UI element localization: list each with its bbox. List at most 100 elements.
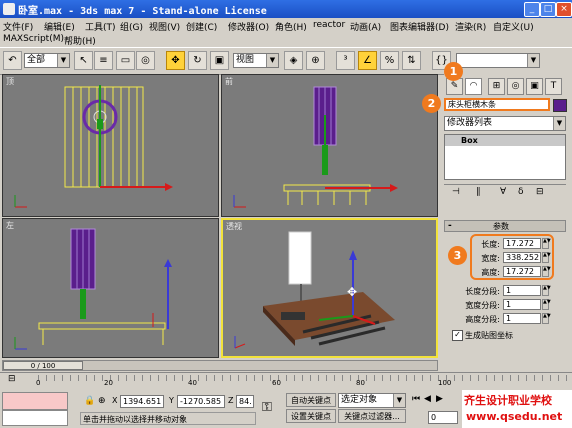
top-view-scene xyxy=(14,85,173,208)
menu-rendering[interactable]: 渲染(R) xyxy=(455,20,486,33)
pivot-center-icon[interactable]: ◈ xyxy=(284,51,303,70)
hierarchy-tab-icon[interactable]: ⊞ xyxy=(488,78,505,95)
time-slider[interactable]: 0 / 100 xyxy=(2,360,438,371)
select-scale-icon[interactable]: ▣ xyxy=(210,51,229,70)
undo-icon[interactable]: ↶ xyxy=(3,51,22,70)
maxscript-listener[interactable] xyxy=(2,392,68,410)
menu-file[interactable]: 文件(F) xyxy=(3,20,33,33)
auto-key-button[interactable]: 自动关键点 xyxy=(286,393,336,407)
key-target-value: 选定对象 xyxy=(341,395,378,405)
menu-edit[interactable]: 编辑(E) xyxy=(44,20,75,33)
menu-create[interactable]: 创建(C) xyxy=(186,20,217,33)
app-icon[interactable] xyxy=(3,3,15,15)
menu-animation[interactable]: 动画(A) xyxy=(350,20,381,33)
key-icon[interactable]: ⚿ xyxy=(262,400,272,415)
menu-tools[interactable]: 工具(T) xyxy=(85,20,116,33)
menu-group[interactable]: 组(G) xyxy=(120,20,143,33)
menu-reactor[interactable]: reactor xyxy=(313,20,345,30)
select-by-name-icon[interactable]: ≡ xyxy=(94,51,113,70)
maximize-button[interactable]: □ xyxy=(540,2,556,17)
z-coordinate[interactable]: 84. xyxy=(236,395,254,408)
menu-customize[interactable]: 自定义(U) xyxy=(493,20,534,33)
parameters-rollout-header[interactable]: - 参数 xyxy=(444,220,566,232)
key-target-dropdown[interactable]: 选定对象 ▼ xyxy=(338,393,406,408)
menu-view[interactable]: 视图(V) xyxy=(149,20,180,33)
select-move-icon[interactable]: ✥ xyxy=(166,51,185,70)
make-unique-icon[interactable]: ∀ xyxy=(500,187,506,197)
angle-snap-icon[interactable]: ∠ xyxy=(358,51,377,70)
width-segs-spinner[interactable]: ▲▼ xyxy=(542,299,551,310)
minimize-button[interactable]: _ xyxy=(524,2,540,17)
viewport-top[interactable]: 顶 xyxy=(2,74,219,217)
menu-help[interactable]: 帮助(H) xyxy=(64,34,96,47)
goto-start-icon[interactable]: ⏮ xyxy=(412,394,420,404)
height-spinner[interactable]: ▲▼ xyxy=(542,266,551,277)
remove-modifier-icon[interactable]: δ xyxy=(518,187,524,197)
utilities-tab-icon[interactable]: T xyxy=(545,78,562,95)
coord-system-value: 视图 xyxy=(236,55,255,65)
viewport-left[interactable]: 左 xyxy=(2,218,219,358)
y-label: Y xyxy=(169,396,174,405)
play-icon[interactable]: ▶ xyxy=(436,394,443,404)
absolute-mode-icon[interactable]: ⊕ xyxy=(98,396,106,406)
length-input[interactable]: 17.272 xyxy=(503,238,541,249)
watermark-url: www.qsedu.net xyxy=(466,410,563,423)
viewport-perspective[interactable]: 透视 ✥ xyxy=(221,218,438,358)
snap-toggle-icon[interactable]: ³ xyxy=(336,51,355,70)
select-object-icon[interactable]: ↖ xyxy=(74,51,93,70)
selection-filter-dropdown[interactable]: 全部 ▼ xyxy=(24,53,70,68)
length-spinner[interactable]: ▲▼ xyxy=(542,238,551,249)
perspective-view-scene: ✥ xyxy=(234,231,395,349)
height-segs-input[interactable]: 1 xyxy=(503,313,541,324)
pin-stack-icon[interactable]: ⊣ xyxy=(452,187,460,197)
object-name-input[interactable]: 床头柜横木条 xyxy=(444,98,550,111)
watermark: 齐生设计职业学校 www.qsedu.net xyxy=(462,390,572,428)
reference-coord-dropdown[interactable]: 视图 ▼ xyxy=(233,53,279,68)
object-color-swatch[interactable] xyxy=(553,99,567,112)
set-key-button[interactable]: 设置关键点 xyxy=(286,409,336,423)
modifier-list-dropdown[interactable]: 修改器列表 ▼ xyxy=(444,116,566,131)
svg-text:✥: ✥ xyxy=(347,285,357,299)
key-filters-button[interactable]: 关键点过滤器... xyxy=(338,409,406,423)
viewport-front[interactable]: 前 xyxy=(221,74,438,217)
menu-graph-editors[interactable]: 图表编辑器(D) xyxy=(390,20,449,33)
menu-modifiers[interactable]: 修改器(O) xyxy=(228,20,269,33)
named-selection-dropdown[interactable]: ▼ xyxy=(456,53,540,68)
menu-bar-row2: MAXScript(M) 帮助(H) xyxy=(0,33,200,47)
menu-maxscript[interactable]: MAXScript(M) xyxy=(3,34,64,44)
window-crossing-icon[interactable]: ◎ xyxy=(136,51,155,70)
height-input[interactable]: 17.272 xyxy=(503,266,541,277)
x-coordinate[interactable]: 1394.651 xyxy=(120,395,164,408)
select-manipulate-icon[interactable]: ⊕ xyxy=(306,51,325,70)
configure-sets-icon[interactable]: ⊟ xyxy=(536,187,544,197)
y-coordinate[interactable]: -1270.585 xyxy=(177,395,225,408)
selection-lock-icon[interactable]: 🔒 xyxy=(84,396,95,406)
width-segs-input[interactable]: 1 xyxy=(503,299,541,310)
close-button[interactable]: × xyxy=(556,2,572,17)
width-input[interactable]: 338.252 xyxy=(503,252,541,263)
length-label: 长度: xyxy=(481,240,500,249)
gen-uv-checkbox[interactable]: ✓ xyxy=(452,330,463,341)
height-segs-spinner[interactable]: ▲▼ xyxy=(542,313,551,324)
percent-snap-icon[interactable]: % xyxy=(380,51,399,70)
menu-character[interactable]: 角色(H) xyxy=(275,20,307,33)
length-segs-input[interactable]: 1 xyxy=(503,285,541,296)
maxscript-mini[interactable] xyxy=(2,410,68,426)
modifier-stack[interactable]: Box xyxy=(444,134,566,180)
display-tab-icon[interactable]: ▣ xyxy=(526,78,543,95)
motion-tab-icon[interactable]: ◎ xyxy=(507,78,524,95)
current-frame-field[interactable]: 0 xyxy=(428,411,458,424)
modify-tab-icon[interactable]: ◠ xyxy=(465,78,482,95)
spinner-snap-icon[interactable]: ⇅ xyxy=(402,51,421,70)
rollout-title: 参数 xyxy=(493,222,509,231)
time-slider-thumb[interactable]: 0 / 100 xyxy=(3,361,83,370)
length-segs-spinner[interactable]: ▲▼ xyxy=(542,285,551,296)
prev-frame-icon[interactable]: ◀ xyxy=(424,394,431,404)
width-spinner[interactable]: ▲▼ xyxy=(542,252,551,263)
stack-item-box[interactable]: Box xyxy=(445,135,565,146)
rect-selection-icon[interactable]: ▭ xyxy=(116,51,135,70)
show-end-result-icon[interactable]: ∥ xyxy=(476,187,481,197)
select-rotate-icon[interactable]: ↻ xyxy=(188,51,207,70)
length-segs-label: 长度分段: xyxy=(465,287,500,296)
rollout-collapse-icon: - xyxy=(448,221,452,231)
